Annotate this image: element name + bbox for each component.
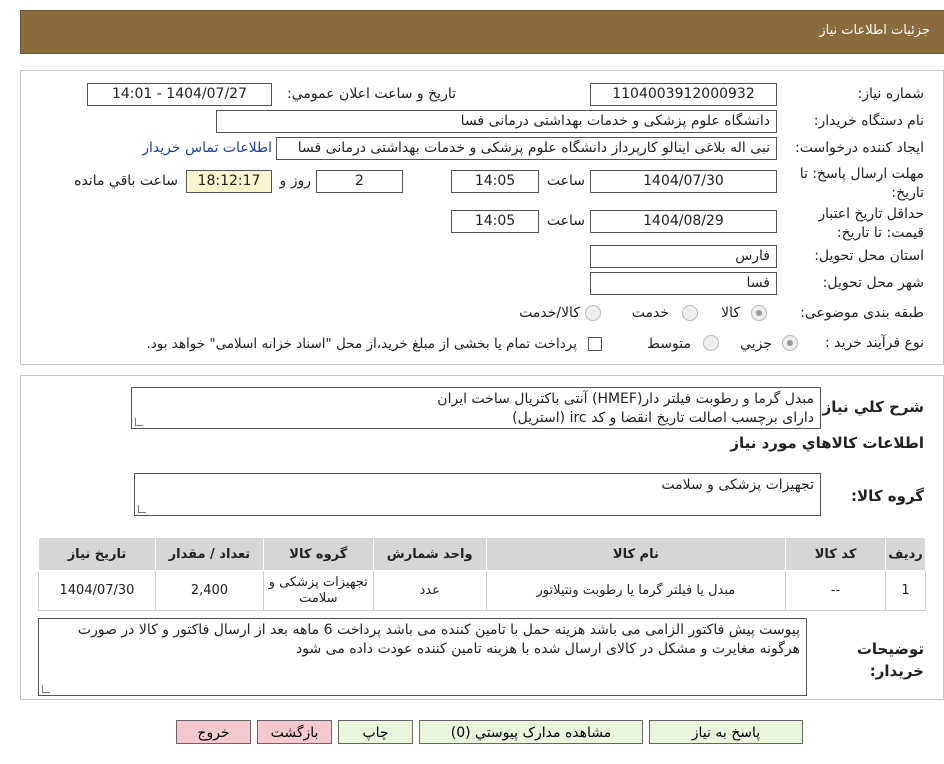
validity-label: حداقل تاريخ اعتبار قيمت: تا تاريخ: <box>818 206 924 241</box>
deadline-label: مهلت ارسال پاسخ: تا تاريخ: <box>799 166 924 201</box>
deadline-date-field[interactable]: 1404/07/30 <box>590 170 777 193</box>
remaining-label: ساعت باقي مانده <box>74 173 178 189</box>
description-line-2: دارای برچسب اصالت تاریخ انقضا و کد irc (… <box>512 410 814 426</box>
cell-group: تجهیزات پزشکی و سلامت <box>262 570 374 611</box>
days-label: روز و <box>279 173 312 189</box>
validity-date-field[interactable]: 1404/08/29 <box>590 210 777 233</box>
buyer-contact-link[interactable]: اطلاعات تماس خريدار <box>142 140 272 156</box>
payment-note: پرداخت تمام يا بخشی از مبلغ خريد،از محل … <box>146 336 577 352</box>
resize-handle-icon[interactable] <box>138 505 146 513</box>
requester-label: ايجاد کننده درخواست: <box>795 140 924 156</box>
validity-time-label: ساعت <box>546 213 585 229</box>
city-label: شهر محل تحويل: <box>822 275 924 291</box>
process-option-medium: متوسط <box>647 336 691 352</box>
items-section-title: اطلاعات کالاهاي مورد نياز <box>730 434 924 452</box>
table-header-row: رديف کد کالا نام کالا واحد شمارش گروه کا… <box>38 537 926 571</box>
group-value: تجهیزات پزشکی و سلامت <box>661 477 814 493</box>
remaining-time-field: 18:12:17 <box>186 170 272 193</box>
category-option-goods-service: کالا/خدمت <box>519 305 580 321</box>
col-quantity: تعداد / مقدار <box>154 537 264 571</box>
page-header: جزئیات اطلاعات نیاز <box>20 10 944 54</box>
category-label: طبقه بندی موضوعی: <box>800 305 924 321</box>
cell-item-code: -- <box>785 570 887 611</box>
deadline-time-label: ساعت <box>546 173 585 189</box>
group-label: گروه کالا: <box>851 487 924 505</box>
treasury-payment-checkbox[interactable] <box>588 337 602 351</box>
announce-label: تاریخ و ساعت اعلان عمومي: <box>287 86 456 102</box>
buyer-notes-label: توضيحات خريدار: <box>856 640 924 680</box>
back-button[interactable]: بازگشت <box>257 720 332 744</box>
cell-unit: عدد <box>372 570 487 611</box>
print-button[interactable]: چاپ <box>338 720 413 744</box>
validity-time-field[interactable]: 14:05 <box>451 210 539 233</box>
col-need-date: تاريخ نياز <box>38 537 156 571</box>
requester-field[interactable]: نبی اله بلاغی اینالو کارپرداز دانشگاه عل… <box>276 137 777 160</box>
items-table: رديف کد کالا نام کالا واحد شمارش گروه کا… <box>38 537 926 611</box>
city-field[interactable]: فسا <box>590 272 777 295</box>
col-group: گروه کالا <box>262 537 374 571</box>
description-label: شرح کلي نياز: <box>816 398 924 416</box>
deadline-time-field[interactable]: 14:05 <box>451 170 539 193</box>
need-number-label: شماره نیاز: <box>857 86 925 102</box>
buyer-notes-textarea[interactable]: پیوست پیش فاکتور الزامی می باشد هزینه حم… <box>38 618 807 696</box>
description-textarea[interactable]: مبدل گرما و رطوبت فیلتر دار(HMEF) آنتی ب… <box>131 387 821 429</box>
category-radio-goods-service[interactable] <box>585 305 601 321</box>
view-attachments-button[interactable]: مشاهده مدارک پيوستي (0) <box>419 720 643 744</box>
days-field[interactable]: 2 <box>316 170 403 193</box>
category-option-goods: کالا <box>721 305 740 321</box>
process-label: نوع فرآيند خريد : <box>825 335 924 351</box>
buyer-notes-text: پیوست پیش فاکتور الزامی می باشد هزینه حم… <box>77 622 800 657</box>
col-row-number: رديف <box>885 537 926 571</box>
need-number-field[interactable]: 1104003912000932 <box>590 83 777 106</box>
resize-handle-icon[interactable] <box>42 685 50 693</box>
cell-quantity: 2,400 <box>154 570 264 611</box>
exit-button[interactable]: خروج <box>176 720 251 744</box>
col-unit: واحد شمارش <box>372 537 487 571</box>
description-line-1: مبدل گرما و رطوبت فیلتر دار(HMEF) آنتی ب… <box>437 391 814 407</box>
province-field[interactable]: فارس <box>590 245 777 268</box>
process-radio-minor[interactable] <box>782 335 798 351</box>
col-item-name: نام کالا <box>485 537 787 571</box>
cell-need-date: 1404/07/30 <box>38 570 156 611</box>
process-radio-medium[interactable] <box>703 335 719 351</box>
resize-handle-icon[interactable] <box>135 418 143 426</box>
buyer-org-label: نام دستگاه خريدار: <box>813 113 924 129</box>
buyer-org-field[interactable]: دانشگاه علوم پزشکی و خدمات بهداشتی درمان… <box>216 110 777 133</box>
page-title: جزئیات اطلاعات نیاز <box>819 23 930 38</box>
table-row[interactable]: 1 -- مبدل یا فیلتر گرما یا رطوبت ونتیلات… <box>38 570 926 611</box>
group-textarea[interactable]: تجهیزات پزشکی و سلامت <box>134 473 821 516</box>
col-item-code: کد کالا <box>785 537 887 571</box>
announce-field[interactable]: 1404/07/27 - 14:01 <box>87 83 272 106</box>
reply-button[interactable]: پاسخ به نياز <box>649 720 803 744</box>
cell-item-name: مبدل یا فیلتر گرما یا رطوبت ونتیلاتور <box>485 570 787 611</box>
category-radio-goods[interactable] <box>751 305 767 321</box>
cell-row-number: 1 <box>885 570 926 611</box>
category-option-service: خدمت <box>631 305 669 321</box>
province-label: استان محل تحويل: <box>814 248 924 264</box>
category-radio-service[interactable] <box>682 305 698 321</box>
process-option-minor: جزيي <box>740 336 772 352</box>
